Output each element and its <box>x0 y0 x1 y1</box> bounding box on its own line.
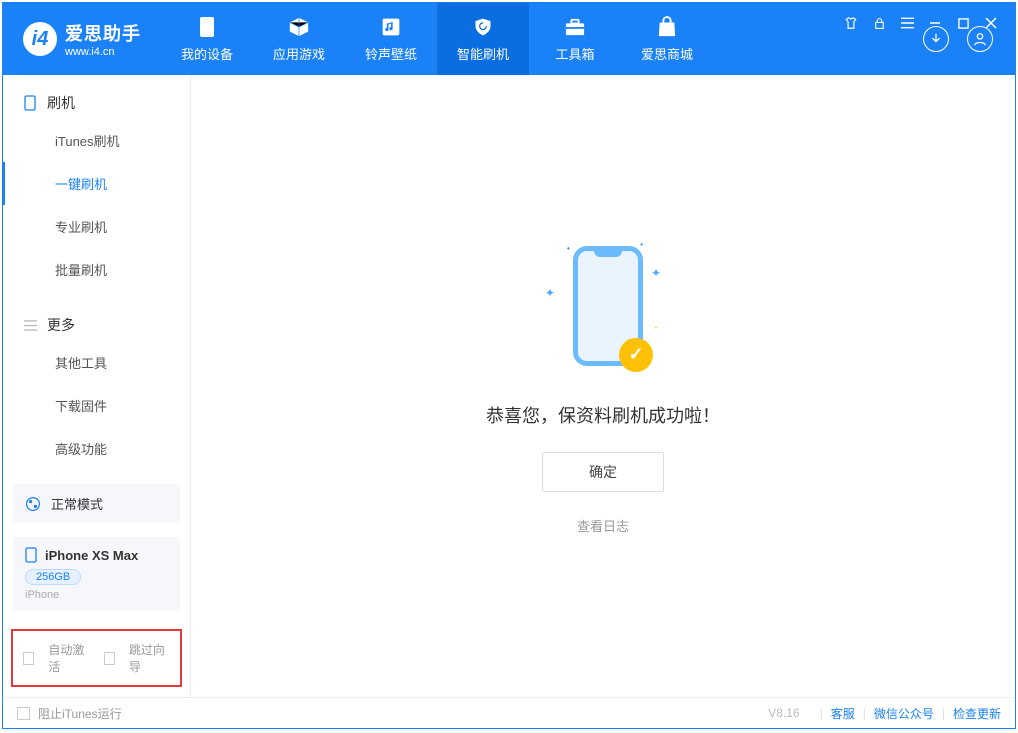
wechat-link[interactable]: 微信公众号 <box>874 705 934 722</box>
success-title: 恭喜您，保资料刷机成功啦！ <box>486 402 720 428</box>
view-log-link[interactable]: 查看日志 <box>577 516 629 535</box>
sidebar-section-more: 更多 <box>3 315 190 335</box>
app-title: 爱思助手 <box>65 20 141 46</box>
minimize-button[interactable] <box>928 16 942 30</box>
sidebar-item-itunes-flash[interactable]: iTunes刷机 <box>3 119 190 162</box>
tab-label: 爱思商城 <box>641 44 693 63</box>
flash-options-highlighted: 自动激活 跳过向导 <box>11 629 182 687</box>
window-controls <box>830 6 1012 30</box>
tab-label: 我的设备 <box>181 44 233 63</box>
phone-icon <box>23 96 37 110</box>
device-phone-icon <box>25 547 37 563</box>
device-type: iPhone <box>25 589 168 601</box>
list-icon <box>23 318 37 332</box>
mode-box[interactable]: 正常模式 <box>13 484 180 523</box>
music-icon <box>380 16 402 38</box>
device-name: iPhone XS Max <box>45 548 138 563</box>
sidebar: 刷机 iTunes刷机 一键刷机 专业刷机 批量刷机 更多 其他工具 下载固件 … <box>3 75 191 697</box>
sidebar-item-batch-flash[interactable]: 批量刷机 <box>3 248 190 291</box>
mode-icon <box>25 496 41 512</box>
sidebar-item-pro-flash[interactable]: 专业刷机 <box>3 205 190 248</box>
sidebar-item-oneclick-flash[interactable]: 一键刷机 <box>3 162 190 205</box>
close-button[interactable] <box>984 16 998 30</box>
cube-icon <box>288 16 310 38</box>
tab-my-device[interactable]: 我的设备 <box>161 3 253 75</box>
sidebar-section-flash: 刷机 <box>3 93 190 113</box>
ok-button[interactable]: 确定 <box>542 452 664 492</box>
lock-icon[interactable] <box>872 16 886 30</box>
device-box[interactable]: iPhone XS Max 256GB iPhone <box>13 537 180 611</box>
skip-guide-label: 跳过向导 <box>129 641 170 675</box>
device-icon <box>196 16 218 38</box>
version-label: V8.16 <box>768 706 799 720</box>
sidebar-item-other-tools[interactable]: 其他工具 <box>3 341 190 384</box>
tab-flash[interactable]: 智能刷机 <box>437 3 529 75</box>
checkbox-auto-activate[interactable] <box>23 652 34 665</box>
mode-label: 正常模式 <box>51 494 103 513</box>
bag-icon <box>656 16 678 38</box>
shield-icon <box>472 16 494 38</box>
section-title: 刷机 <box>47 93 75 113</box>
tab-label: 应用游戏 <box>273 44 325 63</box>
support-link[interactable]: 客服 <box>831 705 855 722</box>
tab-label: 智能刷机 <box>457 44 509 63</box>
tab-apps-games[interactable]: 应用游戏 <box>253 3 345 75</box>
stop-itunes-label: 阻止iTunes运行 <box>38 705 122 722</box>
footer: 阻止iTunes运行 V8.16 | 客服 | 微信公众号 | 检查更新 <box>3 697 1015 728</box>
checkbox-skip-guide[interactable] <box>104 652 115 665</box>
auto-activate-label: 自动激活 <box>48 641 89 675</box>
check-badge-icon: ✓ <box>619 338 653 372</box>
capacity-badge: 256GB <box>25 569 81 585</box>
tab-toolbox[interactable]: 工具箱 <box>529 3 621 75</box>
menu-icon[interactable] <box>900 16 914 30</box>
sidebar-item-advanced[interactable]: 高级功能 <box>3 427 190 470</box>
tab-label: 工具箱 <box>555 44 594 63</box>
tab-label: 铃声壁纸 <box>365 44 417 63</box>
toolbox-icon <box>564 16 586 38</box>
app-subtitle: www.i4.cn <box>65 46 141 58</box>
sidebar-item-download-firmware[interactable]: 下载固件 <box>3 384 190 427</box>
logo-icon: i4 <box>23 22 57 56</box>
checkbox-stop-itunes[interactable] <box>17 707 30 720</box>
check-update-link[interactable]: 检查更新 <box>953 705 1001 722</box>
section-title: 更多 <box>47 315 75 335</box>
main-content: ✦ ✦ • • • ✓ 恭喜您，保资料刷机成功啦！ 确定 查看日志 <box>191 75 1015 697</box>
tshirt-icon[interactable] <box>844 16 858 30</box>
maximize-button[interactable] <box>956 16 970 30</box>
success-illustration: ✦ ✦ • • • ✓ <box>543 238 663 378</box>
nav-tabs: 我的设备 应用游戏 铃声壁纸 智能刷机 工具箱 爱思商城 <box>161 3 713 75</box>
tab-store[interactable]: 爱思商城 <box>621 3 713 75</box>
tab-ringtones[interactable]: 铃声壁纸 <box>345 3 437 75</box>
logo[interactable]: i4 爱思助手 www.i4.cn <box>3 20 161 58</box>
